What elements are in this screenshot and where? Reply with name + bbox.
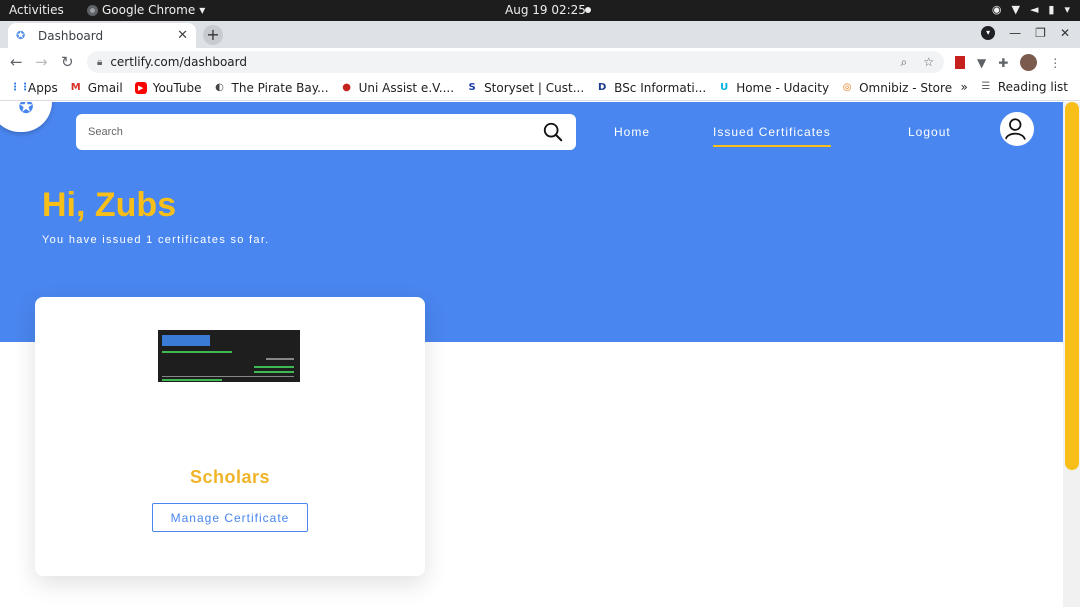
manage-certificate-button[interactable]: Manage Certificate [152, 503, 308, 532]
bookmark-label: The Pirate Bay... [231, 81, 329, 95]
extensions-area: ▼ ✚ ⋮ [955, 54, 1061, 71]
extension-v-icon[interactable]: ▼ [977, 56, 986, 70]
udacity-icon: U [720, 82, 729, 93]
bookmark-label: YouTube [152, 81, 202, 95]
bookmark-label: Home - Udacity [736, 81, 830, 95]
bookmark-label: BSc Informati... [614, 81, 707, 95]
chevron-down-icon: ▾ [199, 3, 206, 17]
scrollbar-thumb[interactable] [1065, 102, 1079, 470]
uni-assist-icon: ● [342, 82, 351, 93]
certlify-favicon-icon: ✪ [16, 28, 26, 42]
certificate-card[interactable]: Scholars Manage Certificate [35, 297, 425, 576]
restore-icon[interactable]: ❐ [1035, 26, 1046, 40]
profile-avatar-icon[interactable] [1020, 54, 1038, 71]
bookmark-storyset[interactable]: S Storyset | Cust... [466, 81, 584, 95]
bookmark-star-icon[interactable]: ☆ [923, 55, 934, 70]
app-menu[interactable]: Google Chrome ▾ [87, 3, 205, 17]
bookmark-label: Storyset | Cust... [484, 81, 585, 95]
lock-icon[interactable]: 🔒︎ [97, 57, 102, 68]
bookmarks-bar: ⋮⋮ Apps M Gmail ▶ YouTube ◐ The Pirate B… [0, 76, 1080, 101]
nav-issued-certificates[interactable]: Issued Certificates [713, 125, 831, 147]
chevron-down-icon: ▾ [1064, 3, 1070, 16]
wifi-icon: ▼ [1011, 3, 1020, 16]
volume-icon: ◄ [1029, 3, 1039, 16]
bookmark-pirate-bay[interactable]: ◐ The Pirate Bay... [214, 81, 329, 95]
bookmarks-overflow-button[interactable]: » [961, 80, 968, 94]
bookmark-omnibiz[interactable]: ◎ Omnibiz - Store [841, 81, 952, 95]
greeting-heading: Hi, Zubs [42, 186, 177, 224]
bookmark-label: Uni Assist e.V.... [358, 81, 455, 95]
reload-icon[interactable]: ↻ [61, 53, 74, 71]
tab-strip: ✪ Dashboard ✕ + ▾ — ❐ ✕ [0, 21, 1080, 48]
forward-icon[interactable]: → [35, 53, 48, 71]
back-icon[interactable]: ← [10, 53, 23, 71]
tab-search-icon[interactable]: ▾ [981, 26, 996, 40]
os-top-bar: Activities Google Chrome ▾ Aug 19 02:25 … [0, 0, 1080, 21]
search-input[interactable] [88, 126, 542, 138]
bookmark-bsc[interactable]: D BSc Informati... [596, 81, 706, 95]
clock[interactable]: Aug 19 02:25 [505, 3, 586, 17]
search-icon[interactable] [542, 121, 564, 143]
activities-button[interactable]: Activities [9, 3, 64, 17]
search-bar[interactable] [76, 114, 576, 150]
certificate-title: Scholars [189, 467, 271, 487]
d-icon: D [598, 82, 607, 93]
reading-list-button[interactable]: ☰ Reading list [980, 80, 1068, 94]
close-icon[interactable]: ✕ [177, 28, 188, 43]
youtube-icon: ▶ [134, 82, 147, 94]
certificate-thumbnail[interactable] [158, 330, 300, 382]
bookmark-label: Apps [28, 81, 58, 95]
window-controls: ▾ — ❐ ✕ [981, 26, 1070, 40]
reading-list-icon: ☰ [981, 81, 991, 92]
bookmark-label: Gmail [87, 81, 123, 95]
bookmark-uni-assist[interactable]: ● Uni Assist e.V.... [341, 81, 454, 95]
page-scrollbar[interactable] [1063, 102, 1080, 607]
issued-count-text: You have issued 1 certificates so far. [42, 234, 270, 246]
tab-dashboard[interactable]: ✪ Dashboard ✕ [8, 23, 196, 48]
page-viewport: ✪ Home Issued Certificates Logout Hi, Zu… [0, 102, 1063, 607]
battery-icon: ▮ [1048, 3, 1055, 16]
apps-grid-icon: ⋮⋮ [10, 82, 30, 93]
notification-dot [585, 7, 591, 13]
gmail-icon: M [70, 82, 81, 93]
system-tray[interactable]: ◉ ▼ ◄ ▮ ▾ [992, 3, 1070, 16]
user-avatar-icon[interactable] [1000, 112, 1034, 146]
new-tab-button[interactable]: + [203, 25, 223, 45]
bookmark-apps[interactable]: ⋮⋮ Apps [10, 81, 58, 95]
tab-title: Dashboard [38, 28, 104, 43]
kebab-menu-icon[interactable]: ⋮ [1049, 56, 1061, 70]
bookmark-gmail[interactable]: M Gmail [70, 81, 123, 95]
zoom-icon[interactable]: ⌕ [901, 55, 908, 70]
discord-icon[interactable]: ◉ [992, 3, 1002, 16]
storyset-icon: S [468, 82, 476, 93]
chrome-icon [87, 4, 98, 16]
bookmark-youtube[interactable]: ▶ YouTube [134, 81, 202, 95]
extension-book-icon[interactable] [955, 56, 965, 69]
address-bar[interactable]: 🔒︎ certlify.com/dashboard ⌕ ☆ [87, 51, 944, 73]
pirate-bay-icon: ◐ [215, 82, 224, 93]
minimize-icon[interactable]: — [1009, 26, 1021, 40]
browser-toolbar: ← → ↻ 🔒︎ certlify.com/dashboard ⌕ ☆ ▼ ✚ … [0, 48, 1080, 76]
reading-list-label: Reading list [997, 80, 1068, 94]
close-window-icon[interactable]: ✕ [1060, 26, 1070, 40]
nav-home[interactable]: Home [614, 125, 650, 139]
url-text[interactable]: certlify.com/dashboard [110, 55, 900, 69]
bookmark-udacity[interactable]: U Home - Udacity [718, 81, 829, 95]
nav-logout[interactable]: Logout [908, 125, 951, 139]
app-menu-label: Google Chrome [102, 3, 196, 17]
bookmark-label: Omnibiz - Store [859, 81, 953, 95]
puzzle-icon[interactable]: ✚ [998, 56, 1008, 70]
omnibiz-icon: ◎ [842, 82, 852, 93]
